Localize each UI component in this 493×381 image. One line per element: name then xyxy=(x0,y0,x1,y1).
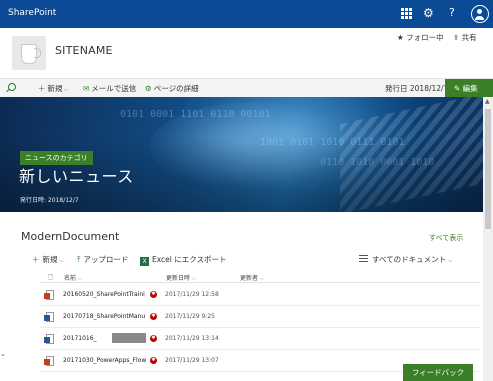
plus-icon: ＋ xyxy=(32,255,40,264)
table-row[interactable]: 20171016_ ✱ 2017/11/29 13:14 xyxy=(40,329,480,350)
upload-icon: ⤒ xyxy=(77,255,81,264)
new-item-badge-icon: ✱ xyxy=(150,313,157,320)
chevron-down-icon: ⌵ xyxy=(57,257,64,264)
feedback-button[interactable]: フィードバック xyxy=(403,364,473,381)
redacted-block xyxy=(112,333,146,343)
upload-button[interactable]: ⤒ アップロード xyxy=(77,254,128,265)
file-name-link[interactable]: 20160520_SharePointTraini xyxy=(63,291,145,298)
column-header-modified[interactable]: 更新日時 ⌵ xyxy=(166,273,196,282)
upload-label: アップロード xyxy=(83,255,129,264)
scroll-down-icon[interactable]: ⌄ xyxy=(0,350,6,358)
pencil-icon: ✎ xyxy=(454,84,463,93)
column-modified-label: 更新日時 xyxy=(166,275,191,282)
column-modified-by-label: 更新者 xyxy=(240,275,259,282)
site-header: SITENAME ★ フォロー中 ⇪ 共有 xyxy=(0,28,493,78)
scroll-up-icon[interactable]: ▲ xyxy=(485,98,490,105)
file-modified: 2017/11/29 12:58 xyxy=(165,291,219,298)
edit-button[interactable]: ✎ 編集 xyxy=(445,79,493,98)
column-header-name[interactable]: 名前 ⌵ xyxy=(64,273,82,282)
search-icon[interactable] xyxy=(8,83,16,91)
command-bar: ＋新規⌵ ✉ メールで送信 ⚙ ページの詳細 発行日 2018/12/7 ✎ 編集 xyxy=(0,78,493,98)
word-file-icon xyxy=(44,312,54,322)
follow-button[interactable]: ★ フォロー中 xyxy=(397,32,444,43)
list-view-icon xyxy=(359,255,368,262)
library-new-button[interactable]: ＋新規 ⌵ xyxy=(32,254,64,265)
new-item-badge-icon: ✱ xyxy=(150,357,157,364)
send-email-label: メールで送信 xyxy=(91,84,137,93)
file-name-link[interactable]: 20171016_ xyxy=(63,335,97,342)
share-button[interactable]: ⇪ 共有 xyxy=(453,32,477,43)
page-details-label: ページの詳細 xyxy=(153,84,199,93)
new-menu-button[interactable]: ＋新規⌵ xyxy=(38,83,68,94)
scroll-thumb[interactable] xyxy=(485,109,491,229)
table-row[interactable]: 20160520_SharePointTraini ✱ 2017/11/29 1… xyxy=(40,285,480,306)
table-row[interactable]: 20170718_SharePointManu ✱ 2017/11/29 9:2… xyxy=(40,307,480,328)
news-title[interactable]: 新しいニュース xyxy=(19,163,134,187)
vertical-scrollbar[interactable]: ▲ xyxy=(483,97,493,381)
excel-icon: X xyxy=(140,257,149,266)
published-status: 発行日 2018/12/7 xyxy=(385,84,449,93)
help-icon[interactable]: ? xyxy=(449,6,455,20)
library-title[interactable]: ModernDocument xyxy=(21,230,119,243)
page-details-button[interactable]: ⚙ ページの詳細 xyxy=(145,83,199,94)
view-label: すべてのドキュメント xyxy=(372,255,447,264)
file-modified: 2017/11/29 13:14 xyxy=(165,335,219,342)
file-modified: 2017/11/29 13:07 xyxy=(165,357,219,364)
see-all-link[interactable]: すべて表示 xyxy=(429,233,463,243)
news-published-date: 発行日時: 2018/12/7 xyxy=(20,197,79,204)
settings-icon: ⚙ xyxy=(145,84,152,93)
chevron-down-icon: ⌵ xyxy=(63,86,69,93)
file-name-link[interactable]: 20171030_PowerApps_Flow xyxy=(63,357,146,364)
hero-banner[interactable]: 0101 0001 1101 0110 00101 1001 0101 1010… xyxy=(0,97,483,212)
send-email-button[interactable]: ✉ メールで送信 xyxy=(83,83,136,94)
new-item-badge-icon: ✱ xyxy=(150,335,157,342)
file-name-link[interactable]: 20170718_SharePointManu xyxy=(63,313,145,320)
pdf-file-icon xyxy=(44,356,54,366)
pdf-file-icon xyxy=(44,290,54,300)
site-name[interactable]: SITENAME xyxy=(55,44,113,57)
site-logo[interactable] xyxy=(12,36,46,70)
document-library: ModernDocument すべて表示 ＋新規 ⌵ ⤒ アップロード X Exce… xyxy=(0,212,483,381)
column-name-label: 名前 xyxy=(64,275,77,282)
view-selector[interactable]: すべてのドキュメント ⌵ xyxy=(359,254,453,265)
word-file-icon xyxy=(44,334,54,344)
new-label: 新規 xyxy=(47,84,63,93)
app-title[interactable]: SharePoint xyxy=(8,8,56,18)
mail-icon: ✉ xyxy=(83,84,90,93)
plus-icon: ＋ xyxy=(38,84,46,93)
divider xyxy=(40,282,480,283)
export-excel-button[interactable]: X Excel にエクスポート xyxy=(140,254,227,266)
column-header-modified-by[interactable]: 更新者 ⌵ xyxy=(240,273,264,282)
edit-label: 編集 xyxy=(462,84,478,93)
app-launcher-icon[interactable] xyxy=(401,8,412,19)
profile-avatar-icon[interactable] xyxy=(471,5,489,23)
gear-icon[interactable]: ⚙ xyxy=(423,6,434,20)
library-new-label: 新規 xyxy=(42,255,58,264)
export-excel-label: Excel にエクスポート xyxy=(152,255,227,264)
file-modified: 2017/11/29 9:25 xyxy=(165,313,215,320)
new-item-badge-icon: ✱ xyxy=(150,291,157,298)
suite-bar: SharePoint ⚙ ? xyxy=(0,0,493,28)
chevron-down-icon: ⌵ xyxy=(446,257,453,264)
